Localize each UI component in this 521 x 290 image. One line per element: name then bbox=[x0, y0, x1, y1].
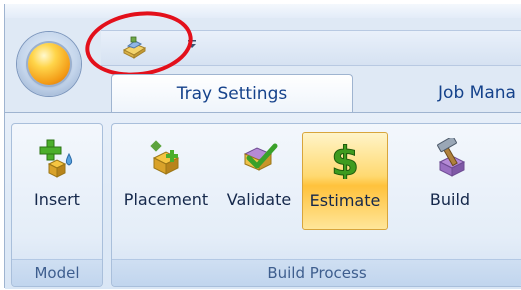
group-label-build-process: Build Process bbox=[112, 259, 521, 286]
insert-button[interactable]: Insert bbox=[16, 132, 98, 230]
tab-tray-settings[interactable]: Tray Settings bbox=[111, 74, 353, 113]
placement-button[interactable]: Placement bbox=[118, 132, 214, 230]
build-button[interactable]: Build bbox=[410, 132, 490, 230]
group-model: Insert Model bbox=[11, 123, 103, 287]
placement-label: Placement bbox=[123, 190, 209, 209]
estimate-button[interactable]: $ Estimate bbox=[302, 132, 388, 230]
insert-label: Insert bbox=[34, 190, 80, 209]
office-orb-icon bbox=[28, 43, 70, 85]
build-label: Build bbox=[429, 190, 471, 209]
estimate-label: Estimate bbox=[309, 191, 381, 210]
ribbon-window: Tray Settings Job Mana Insert Model Plac… bbox=[4, 4, 521, 289]
validate-icon bbox=[243, 143, 278, 171]
office-button[interactable] bbox=[17, 32, 81, 96]
ribbon-tabs: Tray Settings Job Mana bbox=[101, 66, 521, 113]
placement-icon bbox=[150, 140, 180, 175]
validate-label: Validate bbox=[226, 190, 292, 209]
validate-button[interactable]: Validate bbox=[218, 132, 300, 230]
hammer-icon bbox=[437, 138, 466, 177]
group-build-process: Placement Validate $ Estimate Build Buil… bbox=[111, 123, 521, 287]
group-label-model: Model bbox=[12, 259, 102, 286]
title-strip bbox=[5, 4, 521, 18]
insert-model-icon bbox=[39, 139, 73, 178]
svg-text:$: $ bbox=[331, 139, 359, 179]
dollar-icon: $ bbox=[331, 139, 360, 179]
tab-job-management[interactable]: Job Mana bbox=[417, 74, 521, 112]
ribbon-panel: Insert Model Placement Validate $ Estima… bbox=[5, 112, 521, 289]
